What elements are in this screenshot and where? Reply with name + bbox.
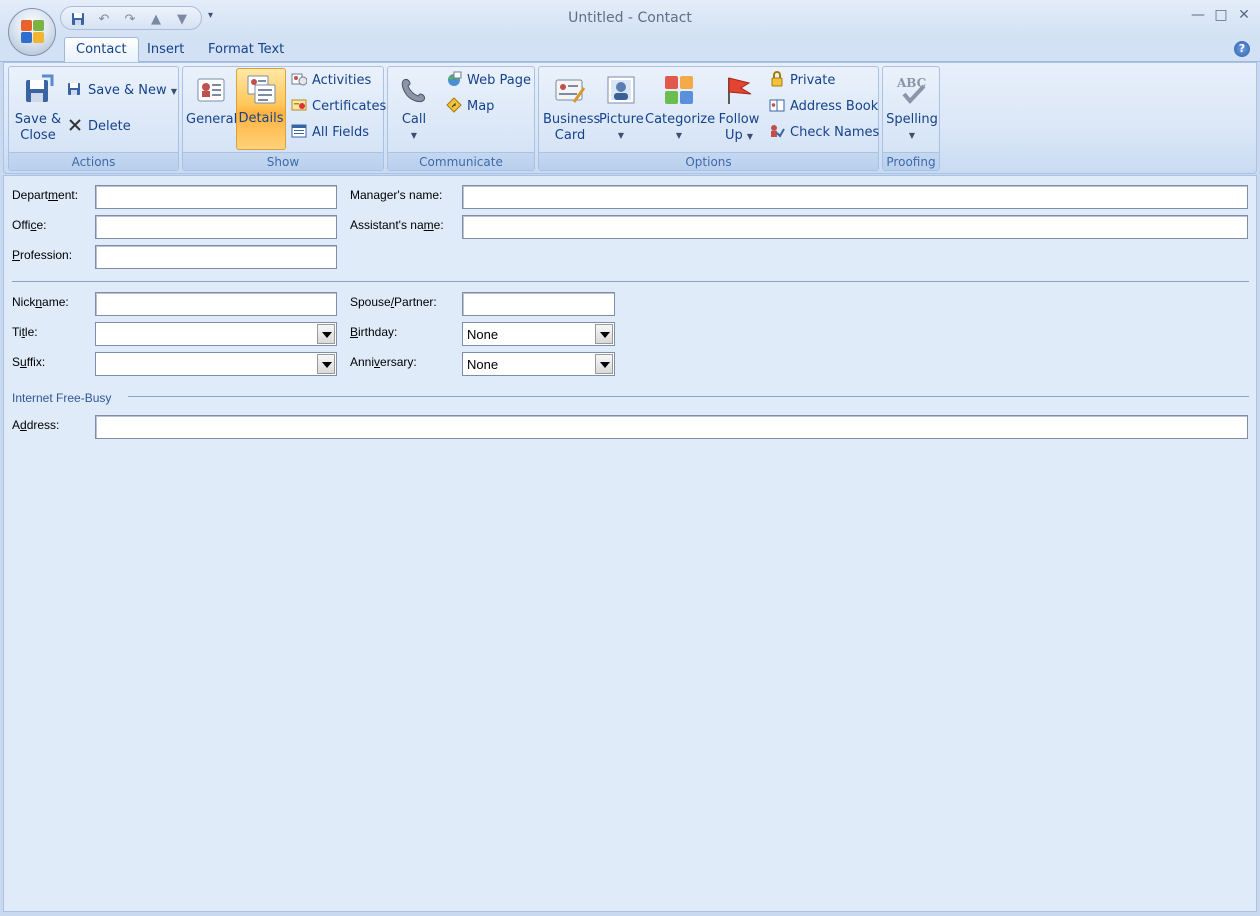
group-actions: Save & Close Save & New ▼ Delete Actions	[8, 66, 179, 171]
activities-button[interactable]: Activities	[291, 71, 371, 91]
title-dropdown[interactable]	[95, 322, 337, 346]
nickname-field[interactable]	[95, 292, 337, 316]
spouse-partner-field[interactable]	[462, 292, 615, 316]
private-button[interactable]: Private	[769, 71, 835, 91]
follow-up-button[interactable]: Follow Up ▼	[715, 70, 763, 150]
all-fields-icon	[291, 123, 307, 139]
birthday-dropdown[interactable]: None	[462, 322, 615, 346]
group-communicate: Call ▼ Web Page Map Communicate	[387, 66, 535, 171]
categorize-button[interactable]: Categorize ▼	[645, 70, 715, 150]
office-logo-icon	[21, 20, 45, 44]
office-field[interactable]	[95, 215, 337, 239]
categorize-icon	[663, 74, 695, 106]
delete-button[interactable]: Delete	[67, 117, 131, 137]
details-button[interactable]: Details	[236, 68, 286, 150]
picture-button[interactable]: Picture ▼	[599, 70, 644, 150]
save-new-button[interactable]: Save & New ▼	[67, 81, 177, 101]
suffix-label: Suffix:	[12, 355, 46, 369]
map-button[interactable]: Map	[446, 97, 494, 117]
address-book-button[interactable]: Address Book	[769, 97, 878, 117]
window-title: Untitled - Contact	[568, 10, 692, 26]
group-show: General Details Activities Certificates …	[182, 66, 386, 171]
birthday-dropdown-arrow-icon[interactable]	[595, 324, 613, 344]
office-button[interactable]	[8, 8, 56, 56]
save-close-icon	[22, 74, 54, 106]
group-proofing: ABC Spelling ▼ Proofing	[882, 66, 940, 171]
spelling-check-icon: ABC	[896, 74, 928, 106]
anniversary-label: Anniversary:	[350, 355, 417, 369]
tab-contact[interactable]: Contact	[64, 37, 139, 63]
details-icon	[245, 73, 277, 105]
help-icon[interactable]: ?	[1234, 41, 1250, 57]
anniversary-dropdown-arrow-icon[interactable]	[595, 354, 613, 374]
phone-icon	[398, 74, 430, 106]
assistant-name-field[interactable]	[462, 215, 1248, 239]
maximize-button[interactable]: □	[1212, 7, 1230, 23]
map-icon	[446, 97, 462, 113]
manager-name-label: Manager's name:	[350, 188, 443, 202]
group-options: Business Card Picture ▼ Categorize ▼ Fol…	[538, 66, 879, 171]
follow-up-flag-icon	[723, 74, 755, 106]
ribbon-tab-row: Contact Insert Format Text ?	[0, 36, 1260, 63]
picture-icon	[605, 74, 637, 106]
save-new-icon	[67, 81, 83, 97]
anniversary-dropdown[interactable]: None	[462, 352, 615, 376]
free-busy-address-field[interactable]	[95, 415, 1248, 439]
web-page-icon	[446, 71, 462, 87]
close-button[interactable]: ✕	[1235, 7, 1253, 23]
lock-icon	[769, 71, 785, 87]
all-fields-button[interactable]: All Fields	[291, 123, 369, 143]
department-field[interactable]	[95, 185, 337, 209]
activities-icon	[291, 71, 308, 87]
contact-details-form: Department: Manager's name: Office: Assi…	[3, 175, 1257, 912]
profession-field[interactable]	[95, 245, 337, 269]
certificates-button[interactable]: Certificates	[291, 97, 386, 117]
address-label: Address:	[12, 418, 60, 432]
group-label-proofing: Proofing	[883, 152, 939, 170]
delete-icon	[67, 117, 83, 133]
birthday-label: Birthday:	[350, 325, 398, 339]
ribbon: Save & Close Save & New ▼ Delete Actions…	[3, 62, 1257, 174]
free-busy-divider	[128, 396, 1249, 397]
group-label-options: Options	[539, 152, 878, 170]
profession-label: Profession:	[12, 248, 73, 262]
check-names-icon	[769, 123, 785, 139]
general-button[interactable]: General	[186, 70, 237, 150]
web-page-button[interactable]: Web Page	[446, 71, 531, 91]
check-names-button[interactable]: Check Names	[769, 123, 879, 143]
business-card-button[interactable]: Business Card	[543, 70, 600, 150]
tab-insert[interactable]: Insert	[136, 40, 195, 62]
general-icon	[195, 74, 227, 106]
group-label-communicate: Communicate	[388, 152, 534, 170]
assistant-name-label: Assistant's name:	[350, 218, 444, 232]
title-bar: ↶ ↷ ▲ ▼ ▾ Untitled - Contact — □ ✕	[0, 0, 1260, 36]
group-label-actions: Actions	[9, 152, 178, 170]
save-close-button[interactable]: Save & Close	[13, 70, 63, 150]
call-button[interactable]: Call ▼	[392, 70, 436, 150]
title-label: Title:	[12, 325, 38, 339]
nickname-label: Nickname:	[12, 295, 69, 309]
business-card-icon	[554, 74, 586, 106]
department-label: Department:	[12, 188, 79, 202]
tab-format-text[interactable]: Format Text	[197, 40, 295, 62]
title-dropdown-arrow-icon[interactable]	[317, 324, 335, 344]
section-divider	[12, 281, 1249, 282]
spelling-button[interactable]: ABC Spelling ▼	[885, 70, 939, 150]
group-label-show: Show	[183, 152, 383, 170]
minimize-button[interactable]: —	[1189, 7, 1207, 23]
certificates-icon	[291, 97, 307, 113]
office-label: Office:	[12, 218, 47, 232]
suffix-dropdown-arrow-icon[interactable]	[317, 354, 335, 374]
spouse-partner-label: Spouse/Partner:	[350, 295, 437, 309]
suffix-dropdown[interactable]	[95, 352, 337, 376]
manager-name-field[interactable]	[462, 185, 1248, 209]
internet-free-busy-heading: Internet Free-Busy	[12, 391, 112, 405]
address-book-icon	[769, 97, 785, 113]
